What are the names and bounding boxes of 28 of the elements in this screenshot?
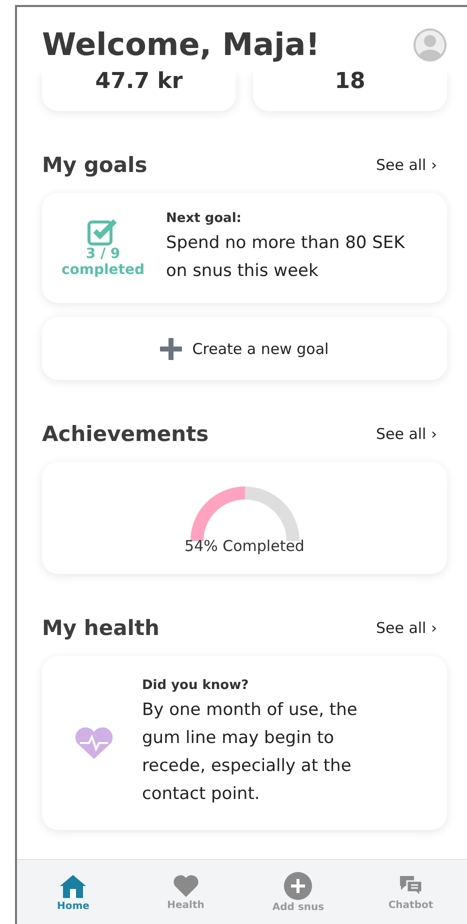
- goal-count: 3 / 9: [86, 246, 120, 262]
- fact-label: Did you know?: [142, 678, 250, 693]
- next-goal-label: Next goal:: [166, 211, 242, 226]
- fact-text: By one month of use, the gum line may begin to recede, especially at the contact point.: [142, 699, 358, 806]
- home-icon: [59, 872, 88, 898]
- see-all-link[interactable]: See all ›: [376, 425, 447, 443]
- goal-completed-label: completed: [61, 262, 145, 278]
- see-all-link[interactable]: See all ›: [376, 619, 447, 637]
- stat-value: 47.7 kr: [95, 71, 183, 93]
- welcome-title: Welcome, Maja!: [42, 27, 320, 63]
- section-title: My health: [42, 616, 160, 640]
- plus-icon: [160, 338, 182, 360]
- progress-label: 54% Completed: [184, 537, 304, 555]
- avatar-icon[interactable]: [413, 28, 447, 62]
- plus-circle-icon: [284, 872, 312, 900]
- create-goal-button[interactable]: Create a new goal: [42, 317, 447, 380]
- goal-card[interactable]: 3 / 9 completed Next goal: Spend no more than 80 SEK on snus this week: [42, 193, 447, 303]
- section-title: Achievements: [42, 422, 209, 446]
- see-all-link[interactable]: See all ›: [376, 156, 447, 174]
- heart-icon: [172, 874, 199, 898]
- next-goal-text: Spend no more than 80 SEK on snus this week: [166, 232, 406, 283]
- stat-value: 18: [334, 71, 366, 93]
- chat-icon: [398, 874, 424, 898]
- heartbeat-icon: [74, 726, 114, 760]
- checkbox-icon: [87, 218, 119, 246]
- nav-tab[interactable]: Home: [17, 860, 130, 924]
- gauge-fill: [190, 486, 245, 542]
- section-title: My goals: [42, 153, 148, 177]
